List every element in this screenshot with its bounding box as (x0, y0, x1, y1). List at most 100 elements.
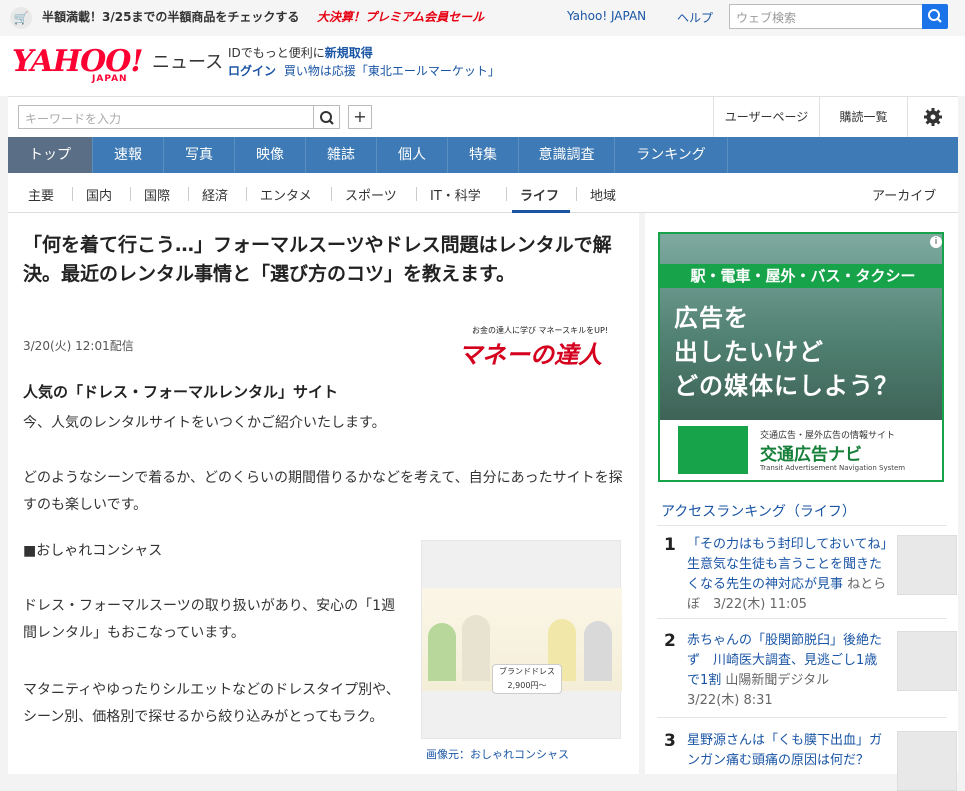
paragraph: どのようなシーンで着るか、どのくらいの期間借りるかなどを考えて、自分にあったサイ… (23, 470, 623, 513)
promo-half-price-link[interactable]: 半額満載！3/25までの半額商品をチェックする (42, 8, 299, 25)
yahoo-japan-link[interactable]: Yahoo! JAPAN (567, 9, 646, 23)
web-search-button[interactable] (922, 4, 948, 29)
add-button[interactable]: + (348, 105, 372, 129)
rank-thumbnail[interactable] (897, 731, 957, 791)
nav-breaking[interactable]: 速報 (93, 137, 164, 173)
price-badge: ブランドドレス 2,900円〜 (492, 664, 562, 694)
publisher-name: マネーの達人 (458, 341, 602, 369)
divider (657, 525, 947, 526)
help-link[interactable]: ヘルプ (677, 9, 713, 26)
rank-title[interactable]: 星野源さんは「くも膜下出血」ガンガン痛む頭痛の原因は何だ？ (687, 733, 882, 768)
nav-photos[interactable]: 写真 (164, 137, 235, 173)
paragraph: ドレス・フォーマルスーツの取り扱いがあり、安心の「1週間レンタル」もおこなってい… (23, 598, 396, 641)
section-heading: 人気の「ドレス・フォーマルレンタル」サイト (23, 383, 339, 401)
publish-date: 3/20(火) 12:01配信 (23, 339, 134, 353)
divider (188, 187, 189, 201)
ad-footer: 交通広告・屋外広告の情報サイト 交通広告ナビ Transit Advertise… (660, 420, 942, 480)
rank-number: 2 (664, 631, 676, 651)
ranking-title[interactable]: アクセスランキング（ライフ） (661, 501, 856, 521)
nav-features[interactable]: 特集 (448, 137, 519, 173)
divider (246, 187, 247, 201)
trans-navi-logo (678, 426, 748, 474)
cat-life[interactable]: ライフ (520, 185, 559, 204)
cat-it-science[interactable]: IT・科学 (430, 185, 481, 204)
main-nav: トップ 速報 写真 映像 雑誌 個人 特集 意識調査 ランキング (8, 137, 958, 173)
user-page-button[interactable]: ユーザーページ (713, 97, 819, 137)
settings-button[interactable] (907, 97, 958, 137)
nav-ranking[interactable]: ランキング (615, 137, 728, 173)
login-link[interactable]: ログイン (228, 64, 276, 78)
cat-local[interactable]: 地域 (590, 185, 616, 204)
article-title: 「何を着て行こう…」フォーマルスーツやドレス問題はレンタルで解決。最近のレンタル… (23, 234, 612, 285)
publisher-logo[interactable]: お金の達人に学び マネースキルをUP! マネーの達人 (458, 325, 630, 369)
yahoo-japan-logo[interactable]: YAHOO! JAPAN (12, 44, 152, 88)
rank-text: 星野源さんは「くも膜下出血」ガンガン痛む頭痛の原因は何だ？ (687, 731, 887, 771)
model-figure (428, 623, 456, 681)
tohoku-market-link[interactable]: 買い物は応援「東北エールマーケット」 (284, 64, 500, 78)
ad-foot-en: Transit Advertisement Navigation System (760, 464, 906, 472)
rank-number: 1 (664, 535, 676, 555)
cat-sports[interactable]: スポーツ (345, 185, 397, 204)
nav-survey[interactable]: 意識調査 (519, 137, 615, 173)
keyword-search-input[interactable]: キーワードを入力 (18, 105, 314, 129)
cat-entertainment[interactable]: エンタメ (260, 185, 312, 204)
divider (576, 187, 577, 201)
rank-number: 3 (664, 731, 676, 751)
nav-individual[interactable]: 個人 (377, 137, 448, 173)
cat-economy[interactable]: 経済 (202, 185, 228, 204)
divider (331, 187, 332, 201)
gear-icon (924, 108, 942, 126)
cat-main[interactable]: 主要 (28, 185, 54, 204)
ad-headline-2: 出したいけど (674, 338, 824, 366)
register-link[interactable]: 新規取得 (325, 46, 373, 60)
id-promo-text: IDでもっと便利に (228, 46, 325, 60)
divider (72, 187, 73, 201)
search-icon (928, 9, 942, 23)
ad-info-icon[interactable]: i (930, 236, 942, 248)
paragraph: ■おしゃれコンシャス (23, 543, 163, 559)
paragraph: マタニティやゆったりシルエットなどのドレスタイプ別や、シーン別、価格別で探せるか… (23, 682, 400, 725)
keyword-search-button[interactable] (314, 105, 340, 129)
logo-subtext: JAPAN (92, 74, 128, 84)
divider (657, 618, 947, 619)
cat-international[interactable]: 国際 (144, 185, 170, 204)
rank-text: 赤ちゃんの「股関節脱臼」後絶たず 川崎医大調査、見逃ごし1歳で1割 山陽新聞デジ… (687, 631, 887, 711)
archive-link[interactable]: アーカイブ (872, 185, 936, 204)
rank-thumbnail[interactable] (897, 535, 957, 595)
image-caption: 画像元：おしゃれコンシャス (426, 748, 569, 761)
cat-domestic[interactable]: 国内 (86, 185, 112, 204)
ad-tagline-bar: 駅・電車・屋外・バス・タクシー (660, 264, 942, 288)
web-search-input[interactable]: ウェブ検索 (729, 4, 923, 29)
ad-foot-title: 交通広告ナビ (760, 445, 862, 465)
subscriptions-button[interactable]: 購読一覧 (819, 97, 907, 137)
cart-icon: 🛒 (10, 7, 32, 29)
id-promo-line: IDでもっと便利に新規取得 (228, 44, 373, 61)
divider (130, 187, 131, 201)
category-nav: 主要 国内 国際 経済 エンタメ スポーツ IT・科学 ライフ 地域 アーカイブ (8, 173, 958, 213)
login-line: ログイン 買い物は応援「東北エールマーケット」 (228, 62, 500, 79)
utility-bar: キーワードを入力 + ユーザーページ 購読一覧 (8, 96, 958, 137)
rank-thumbnail[interactable] (897, 631, 957, 691)
promo-bar: 🛒 半額満載！3/25までの半額商品をチェックする 大決算！プレミアム会員セール… (0, 0, 965, 36)
sidebar: 駅・電車・屋外・バス・タクシー 広告を 出したいけど どの媒体にしよう？ 交通広… (645, 213, 958, 791)
divider (416, 187, 417, 201)
nav-magazines[interactable]: 雑誌 (306, 137, 377, 173)
nav-top[interactable]: トップ (8, 137, 93, 173)
model-figure (584, 621, 612, 681)
article-image[interactable]: ブランドドレス 2,900円〜 画像元：おしゃれコンシャス (421, 540, 622, 761)
news-service-title[interactable]: ニュース (152, 48, 223, 74)
search-icon (320, 111, 334, 125)
paragraph: 今、人気のレンタルサイトをいつくかご紹介いたします。 (23, 415, 386, 431)
divider (506, 187, 507, 201)
nav-video[interactable]: 映像 (235, 137, 306, 173)
divider (657, 717, 947, 718)
models-illustration: ブランドドレス 2,900円〜 (426, 599, 618, 694)
ad-headline-1: 広告を (674, 304, 749, 332)
article: 「何を着て行こう…」フォーマルスーツやドレス問題はレンタルで解決。最近のレンタル… (8, 213, 639, 774)
model-figure (462, 615, 490, 681)
site-header: YAHOO! JAPAN ニュース IDでもっと便利に新規取得 ログイン 買い物… (0, 36, 965, 96)
rank-text: 「その力はもう封印しておいてね」 生意気な生徒も言うことを聞きたくなる先生の神対… (687, 535, 900, 615)
transit-ad-banner[interactable]: 駅・電車・屋外・バス・タクシー 広告を 出したいけど どの媒体にしよう？ 交通広… (658, 232, 944, 482)
promo-sale-link[interactable]: 大決算！プレミアム会員セール (317, 8, 484, 25)
ad-headline-3: どの媒体にしよう？ (674, 372, 899, 400)
